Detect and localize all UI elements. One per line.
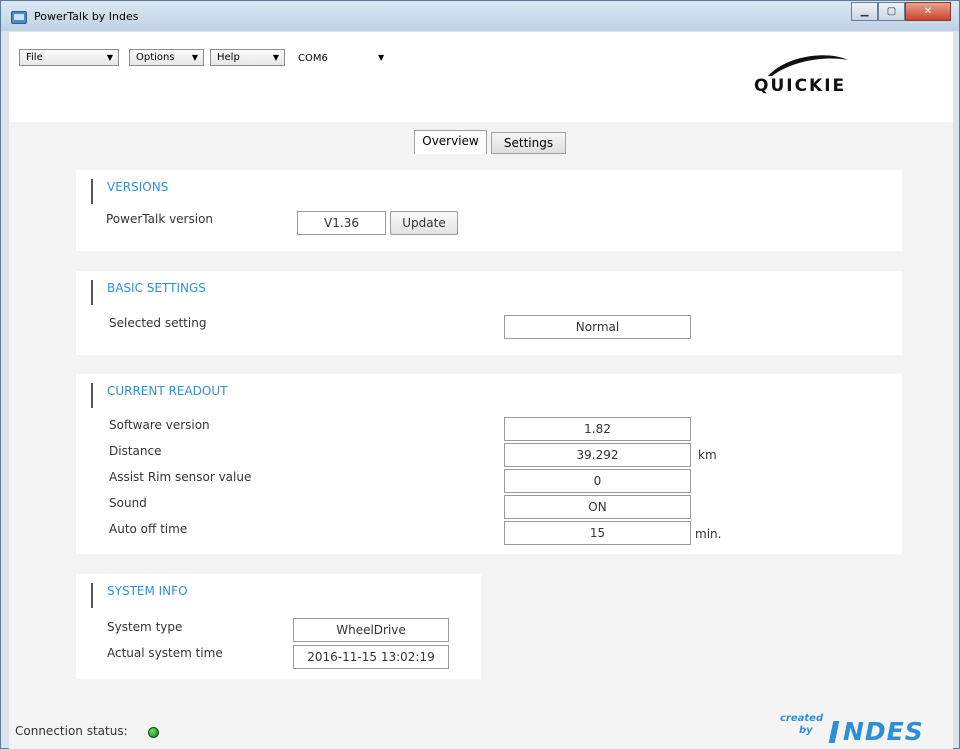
minimize-icon[interactable]: ▁ xyxy=(851,2,878,21)
basic-settings-panel: BASIC SETTINGS Selected setting Normal xyxy=(76,271,902,355)
close-icon[interactable]: ✕ xyxy=(905,2,951,21)
connection-status-label: Connection status: xyxy=(15,724,128,738)
software-version-label: Software version xyxy=(109,418,210,432)
section-marker xyxy=(91,583,93,608)
distance-value: 39.292 xyxy=(504,443,691,467)
powertalk-version-label: PowerTalk version xyxy=(106,212,214,226)
distance-label: Distance xyxy=(109,444,162,458)
selected-setting-value: Normal xyxy=(504,315,691,339)
section-marker xyxy=(91,383,93,408)
title-bar[interactable]: PowerTalk by Indes ▁ ▢ ✕ xyxy=(1,1,959,31)
update-button[interactable]: Update xyxy=(390,211,458,235)
client-area: File ▼ Options ▼ Help ▼ COM6 ▼ QUICKIE O… xyxy=(9,32,953,749)
system-type-label: System type xyxy=(107,620,183,634)
assist-rim-sensor-value: 0 xyxy=(504,469,691,493)
system-time-value: 2016-11-15 13:02:19 xyxy=(293,645,449,669)
app-icon xyxy=(11,11,27,24)
tab-settings[interactable]: Settings xyxy=(491,132,566,154)
system-info-panel: SYSTEM INFO System type WheelDrive Actua… xyxy=(76,574,481,679)
basic-settings-heading: BASIC SETTINGS xyxy=(107,281,206,295)
window-title: PowerTalk by Indes xyxy=(34,10,139,23)
connection-status-led-icon xyxy=(148,727,159,738)
sound-value: ON xyxy=(504,495,691,519)
selected-setting-label: Selected setting xyxy=(109,316,207,330)
current-readout-panel: CURRENT READOUT Software version 1.82 Di… xyxy=(76,374,902,554)
chevron-down-icon: ▼ xyxy=(272,53,279,62)
file-menu[interactable]: File ▼ xyxy=(19,49,119,66)
versions-heading: VERSIONS xyxy=(107,180,169,194)
sound-label: Sound xyxy=(109,496,147,510)
logo-swoosh-icon xyxy=(768,55,848,76)
auto-off-time-value: 15 xyxy=(504,521,691,545)
quickie-logo: QUICKIE xyxy=(752,52,862,97)
top-bar: File ▼ Options ▼ Help ▼ COM6 ▼ QUICKIE xyxy=(9,32,953,122)
distance-unit: km xyxy=(698,448,717,462)
versions-panel: VERSIONS PowerTalk version V1.36 Update xyxy=(76,170,902,251)
com-port-select[interactable]: COM6 xyxy=(298,53,328,64)
assist-rim-sensor-label: Assist Rim sensor value xyxy=(109,470,252,484)
chevron-down-icon: ▼ xyxy=(191,53,198,62)
system-info-heading: SYSTEM INFO xyxy=(107,584,188,598)
software-version-value: 1.82 xyxy=(504,417,691,441)
logo-text: QUICKIE xyxy=(754,76,847,96)
section-marker xyxy=(91,280,93,305)
help-menu[interactable]: Help ▼ xyxy=(210,49,285,66)
window-controls: ▁ ▢ ✕ xyxy=(851,2,951,21)
options-menu[interactable]: Options ▼ xyxy=(129,49,204,66)
indes-logo: NDES xyxy=(843,717,924,746)
app-window: PowerTalk by Indes ▁ ▢ ✕ File ▼ Options … xyxy=(0,0,960,749)
current-readout-heading: CURRENT READOUT xyxy=(107,384,228,398)
options-menu-label: Options xyxy=(136,52,175,63)
brand-created: created xyxy=(780,713,824,724)
chevron-down-icon: ▼ xyxy=(106,53,113,62)
powertalk-version-value: V1.36 xyxy=(297,211,386,235)
help-menu-label: Help xyxy=(217,52,240,63)
system-type-value: WheelDrive xyxy=(293,618,449,642)
section-marker xyxy=(91,179,93,204)
auto-off-time-label: Auto off time xyxy=(109,522,188,536)
system-time-label: Actual system time xyxy=(107,646,223,660)
auto-off-time-unit: min. xyxy=(695,527,722,541)
file-menu-label: File xyxy=(26,52,43,63)
tab-overview[interactable]: Overview xyxy=(414,130,487,154)
chevron-down-icon[interactable]: ▼ xyxy=(378,53,384,62)
maximize-icon[interactable]: ▢ xyxy=(878,2,905,21)
brand-by: by xyxy=(799,725,813,736)
